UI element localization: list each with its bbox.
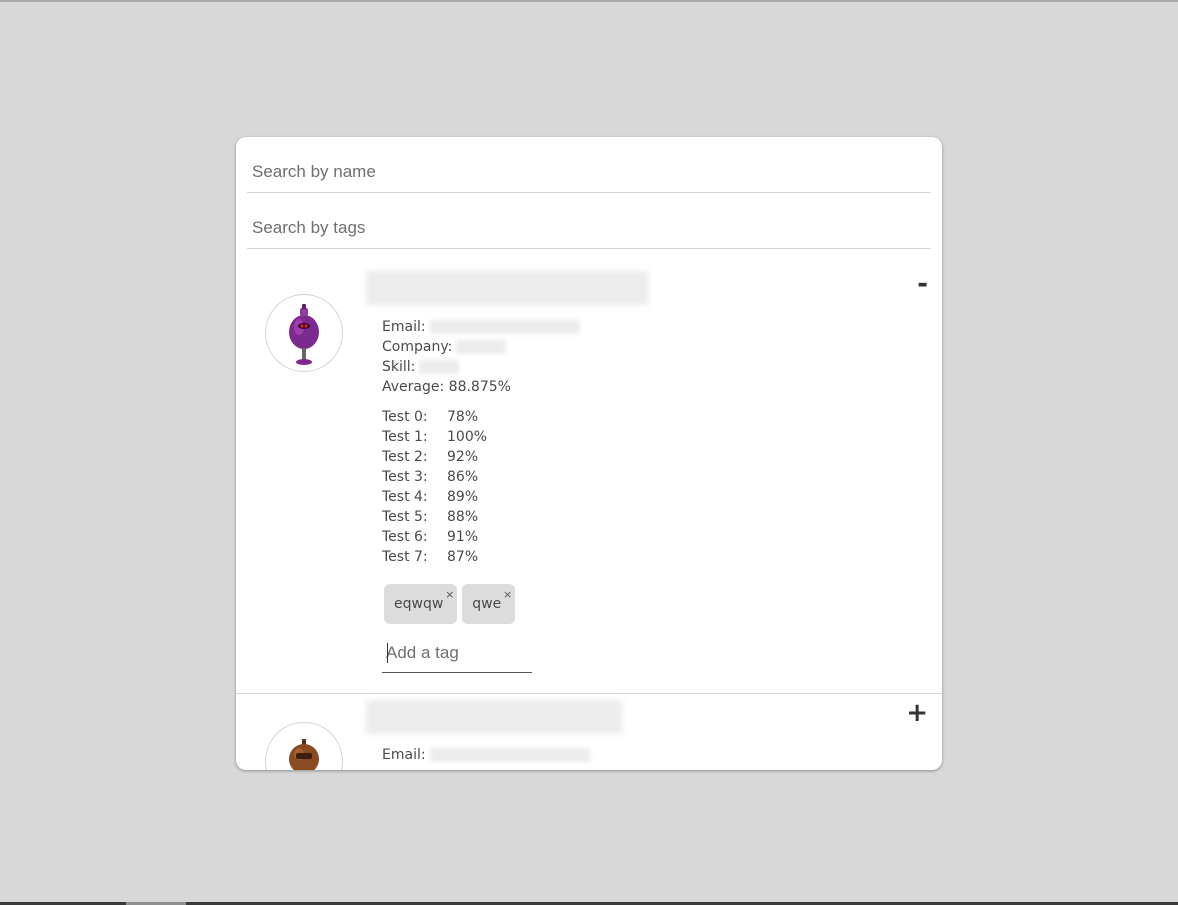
test-label: Test 1: (382, 429, 428, 445)
test-label: Test 6: (382, 529, 428, 545)
window-top-border (0, 0, 1178, 2)
test-value: 92% (447, 449, 479, 465)
test-score-row: Test 2: 92% (382, 447, 487, 467)
test-value: 89% (447, 489, 479, 505)
brown-robot-avatar-icon (289, 739, 319, 770)
test-label: Test 0: (382, 409, 428, 425)
test-value: 86% (447, 469, 479, 485)
student-details: Email: (382, 745, 590, 765)
test-score-row: Test 1: 100% (382, 427, 487, 447)
email-redacted (429, 320, 580, 334)
test-value: 87% (447, 549, 479, 565)
student-avatar (265, 722, 343, 770)
email-label: Email: (382, 747, 426, 763)
skill-row: Skill: (382, 357, 580, 377)
skill-redacted (419, 360, 460, 374)
company-label: Company: (382, 339, 453, 355)
student-entry: + Email: (236, 694, 942, 770)
test-value: 88% (447, 509, 479, 525)
test-score-row: Test 4: 89% (382, 487, 487, 507)
purple-robot-avatar-icon (289, 304, 319, 365)
collapse-toggle-button[interactable]: - (917, 271, 928, 297)
average-value: Average: 88.875% (382, 379, 511, 395)
tag-list: eqwqw × qwe × (384, 584, 516, 624)
company-redacted (456, 340, 507, 354)
student-name-redacted (366, 700, 622, 734)
tag-chip: qwe × (462, 584, 516, 624)
email-row: Email: (382, 745, 590, 765)
test-score-row: Test 7: 87% (382, 547, 487, 567)
tag-text: qwe (472, 596, 502, 612)
test-score-row: Test 0: 78% (382, 407, 487, 427)
test-label: Test 3: (382, 469, 428, 485)
email-row: Email: (382, 317, 580, 337)
test-score-row: Test 3: 86% (382, 467, 487, 487)
test-score-row: Test 6: 91% (382, 527, 487, 547)
remove-tag-icon[interactable]: × (503, 589, 512, 600)
student-list-card: - Email: Company: Skill: Average: 88.875… (236, 137, 942, 770)
student-avatar (265, 294, 343, 372)
average-row: Average: 88.875% (382, 377, 580, 397)
search-by-name-input[interactable] (247, 151, 931, 193)
test-value: 100% (447, 429, 488, 445)
test-scores-list: Test 0: 78% Test 1: 100% Test 2: 92% Test 3… (382, 407, 487, 567)
email-label: Email: (382, 319, 426, 335)
remove-tag-icon[interactable]: × (445, 589, 454, 600)
test-score-row: Test 5: 88% (382, 507, 487, 527)
student-entry: - Email: Company: Skill: Average: 88.875… (236, 263, 942, 694)
test-label: Test 7: (382, 549, 428, 565)
add-tag-input[interactable] (382, 633, 532, 673)
search-by-tags-input[interactable] (247, 207, 931, 249)
email-redacted (429, 748, 590, 762)
text-caret (387, 643, 388, 663)
tag-chip: eqwqw × (384, 584, 458, 624)
student-name-redacted (366, 271, 648, 305)
test-value: 91% (447, 529, 479, 545)
expand-toggle-button[interactable]: + (906, 700, 928, 726)
test-label: Test 5: (382, 509, 428, 525)
skill-label: Skill: (382, 359, 416, 375)
student-details: Email: Company: Skill: Average: 88.875% (382, 317, 580, 397)
company-row: Company: (382, 337, 580, 357)
test-label: Test 2: (382, 449, 428, 465)
tag-text: eqwqw (394, 596, 444, 612)
test-label: Test 4: (382, 489, 428, 505)
test-value: 78% (447, 409, 479, 425)
